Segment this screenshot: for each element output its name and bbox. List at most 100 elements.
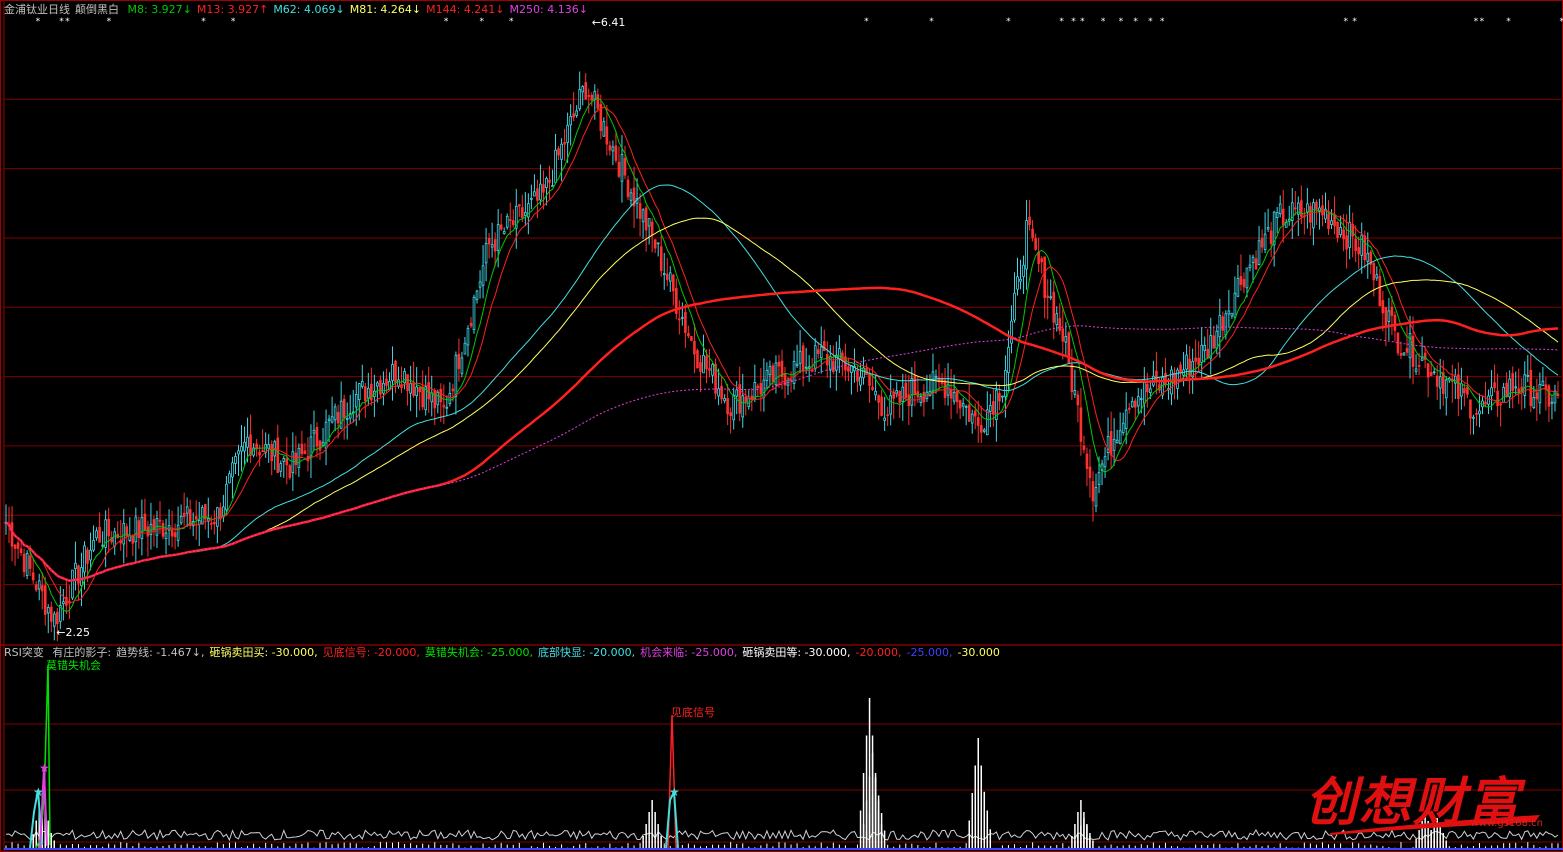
candle-body xyxy=(1001,395,1004,398)
candle-body xyxy=(1478,410,1481,415)
candle-body xyxy=(1378,276,1382,307)
candle-body xyxy=(499,224,503,230)
signal-star-marker: * xyxy=(1071,17,1076,27)
candle-body xyxy=(620,154,624,182)
candle-body xyxy=(693,340,696,355)
candle-body xyxy=(517,204,521,207)
candle-body xyxy=(173,532,177,538)
candle-body xyxy=(1363,235,1367,261)
candle-body xyxy=(1058,318,1062,331)
candle-body xyxy=(961,403,965,407)
candle-body xyxy=(614,145,618,161)
candle-body xyxy=(822,341,826,352)
candle-body xyxy=(1399,353,1403,356)
candle-body xyxy=(602,121,606,137)
candle-body xyxy=(1360,234,1364,256)
candle-body xyxy=(95,530,98,539)
candle-body xyxy=(662,273,666,276)
candle-body xyxy=(457,353,461,369)
candle-body xyxy=(596,94,600,109)
signal-star-icon: ★ xyxy=(39,761,50,775)
candle-body xyxy=(659,246,663,272)
candle-body xyxy=(768,366,772,375)
candle-body xyxy=(530,197,533,200)
candle-body xyxy=(687,332,690,337)
candle-body xyxy=(240,446,243,452)
signal-red-label: 见底信号 xyxy=(671,705,715,719)
signal-star-marker: * xyxy=(59,17,64,27)
candle-body xyxy=(1079,407,1083,442)
candle-body xyxy=(1103,456,1107,468)
candle-body xyxy=(1028,216,1031,225)
candle-body xyxy=(729,412,732,417)
ma-legend-item: M81: 4.264↓ xyxy=(349,3,422,16)
period-label[interactable]: 日线 xyxy=(48,3,70,16)
candle-body xyxy=(587,95,591,97)
candle-body xyxy=(1136,396,1140,407)
candle-body xyxy=(979,425,983,433)
candle-body xyxy=(1239,276,1243,285)
candle-body xyxy=(427,382,431,400)
candle-body xyxy=(34,584,38,591)
candle-body xyxy=(1130,401,1134,408)
candle-body xyxy=(1438,376,1442,389)
candle-body xyxy=(1333,215,1336,227)
candle-body xyxy=(327,418,331,422)
candle-body xyxy=(194,516,198,520)
signal-star-marker: * xyxy=(65,17,70,27)
ma-line xyxy=(5,217,1559,582)
candle-body xyxy=(83,545,86,573)
low-price-label: ←2.25 xyxy=(56,626,90,639)
indicator-header: RSI突变 有庄的影子: 趋势线: -1.467↓, 砸锅卖田买: -30.000,… xyxy=(4,646,1010,660)
candle-body xyxy=(176,524,180,541)
candle-body xyxy=(1463,388,1466,394)
candle-body xyxy=(976,417,980,426)
signal-star-marker: * xyxy=(444,17,449,27)
candle-body xyxy=(895,390,899,394)
candle-body xyxy=(276,437,280,473)
candle-body xyxy=(71,569,74,599)
candle-body xyxy=(415,386,418,397)
candle-body xyxy=(213,521,216,525)
candle-body xyxy=(708,368,711,371)
candle-body xyxy=(475,290,479,300)
candle-body xyxy=(1215,330,1219,349)
stock-name[interactable]: 金浦钛业 xyxy=(4,3,48,16)
candle-body xyxy=(1435,375,1439,387)
signal-star-marker: * xyxy=(1506,17,1511,27)
candle-body xyxy=(581,86,585,93)
candle-body xyxy=(496,224,500,251)
candle-body xyxy=(1535,392,1539,400)
candle-body xyxy=(143,513,147,530)
candle-body xyxy=(623,158,627,176)
candle-body xyxy=(1426,363,1430,378)
candle-body xyxy=(200,507,204,525)
signal-star-marker: * xyxy=(1148,17,1153,27)
watermark-url: www.gs168.cn xyxy=(1470,818,1543,829)
kline-chart[interactable]: ←6.41←2.25**************************莫错失机… xyxy=(0,0,1563,852)
candle-body xyxy=(1197,357,1200,366)
candle-body xyxy=(681,316,684,319)
candle-body xyxy=(668,272,672,282)
indicator-legend-item: 机会来临: -25.000, xyxy=(640,646,738,659)
candle-body xyxy=(385,378,388,386)
candle-body xyxy=(696,350,699,369)
candle-body xyxy=(463,342,467,355)
candle-body xyxy=(1281,208,1285,226)
candle-body xyxy=(170,529,174,537)
signal-star-marker: * xyxy=(479,17,484,27)
indicator-name[interactable]: RSI突变 xyxy=(4,646,44,659)
candle-body xyxy=(1052,291,1056,323)
candle-body xyxy=(1493,382,1496,389)
candle-body xyxy=(1342,229,1345,240)
candle-body xyxy=(584,82,588,100)
candle-body xyxy=(321,442,325,446)
candle-body xyxy=(638,203,642,219)
candle-body xyxy=(285,458,289,466)
candle-body xyxy=(439,388,443,403)
signal-star-marker: * xyxy=(36,17,41,27)
candle-body xyxy=(554,149,557,183)
candle-body xyxy=(723,398,726,402)
candle-body xyxy=(472,296,476,330)
candle-body xyxy=(421,386,424,408)
